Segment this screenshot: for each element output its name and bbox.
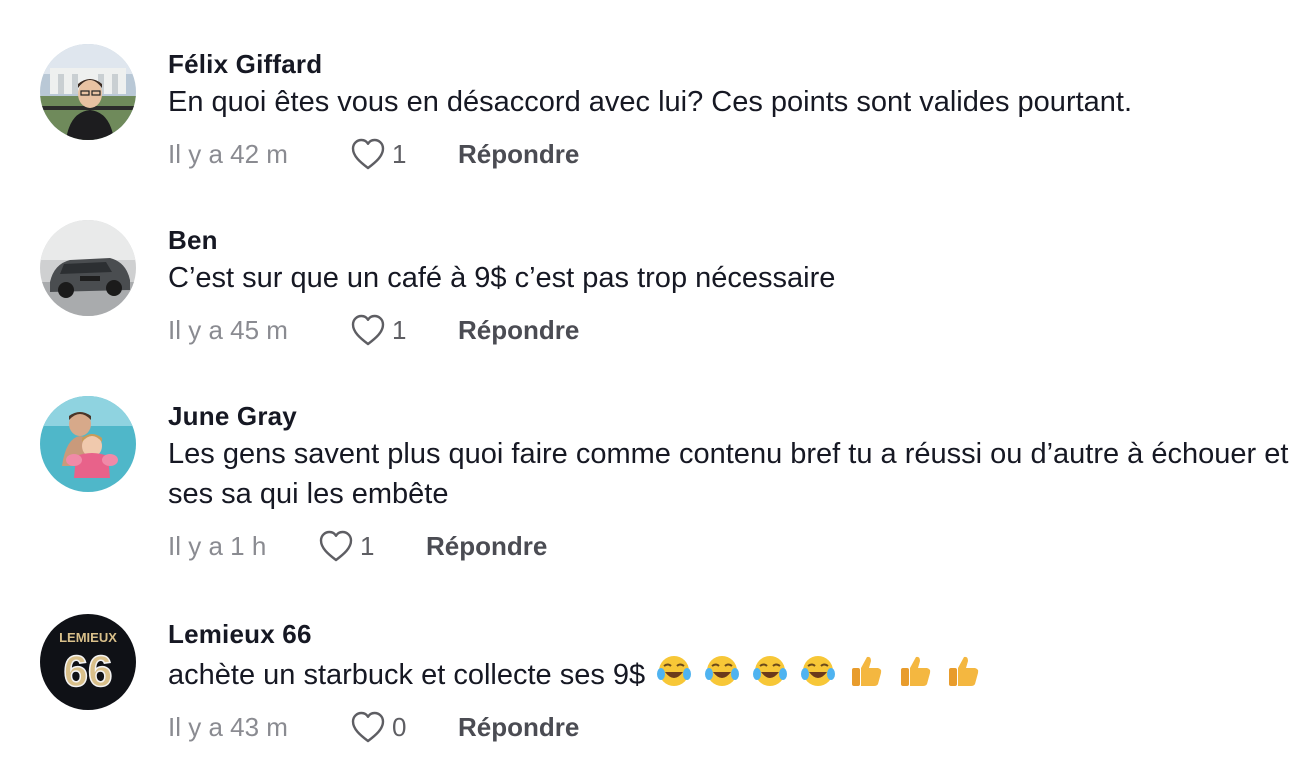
avatar-number: 66 xyxy=(64,647,113,696)
comment-username[interactable]: Lemieux 66 xyxy=(168,618,1294,650)
emoji-row xyxy=(653,656,981,691)
comment-username[interactable]: Félix Giffard xyxy=(168,48,1294,80)
like-count: 1 xyxy=(392,138,407,169)
like-button[interactable]: 0 xyxy=(350,710,416,744)
reply-button[interactable]: Répondre xyxy=(458,315,579,346)
comment-meta: Il y a 1 h 1 Répondre xyxy=(168,528,1294,564)
thumbs-up-emoji-icon xyxy=(948,656,978,686)
comment-timestamp: Il y a 42 m xyxy=(168,138,288,169)
avatar[interactable]: LEMIEUX 66 xyxy=(40,614,136,710)
comment-text: Les gens savent plus quoi faire comme co… xyxy=(168,438,1289,510)
avatar[interactable] xyxy=(40,220,136,316)
heart-icon xyxy=(319,530,353,562)
like-button[interactable]: 1 xyxy=(350,137,416,171)
avatar[interactable] xyxy=(40,44,136,140)
thumbs-up-emoji-icon xyxy=(852,656,882,686)
comment-username[interactable]: Ben xyxy=(168,224,1294,256)
reply-button[interactable]: Répondre xyxy=(458,712,579,743)
heart-icon xyxy=(351,314,385,346)
comment-timestamp: Il y a 1 h xyxy=(168,530,267,561)
comment-timestamp: Il y a 43 m xyxy=(168,711,288,742)
comment-text: En quoi êtes vous en désaccord avec lui?… xyxy=(168,86,1133,118)
like-count: 1 xyxy=(392,314,407,345)
joy-emoji-icon xyxy=(657,656,692,686)
comment-text: achète un starbuck et collecte ses 9$ xyxy=(168,652,1294,695)
comment-username[interactable]: June Gray xyxy=(168,400,1294,432)
joy-emoji-icon xyxy=(705,656,740,686)
thumbs-up-emoji-icon xyxy=(900,656,930,686)
comment-meta: Il y a 45 m 1 Répondre xyxy=(168,312,1294,348)
comment-meta: Il y a 42 m 1 Répondre xyxy=(168,136,1294,172)
reply-button[interactable]: Répondre xyxy=(458,139,579,170)
avatar[interactable] xyxy=(40,396,136,492)
comment-timestamp: Il y a 45 m xyxy=(168,314,288,345)
like-count: 1 xyxy=(360,530,375,561)
like-count: 0 xyxy=(392,711,407,742)
comment-text: C’est sur que un café à 9$ c’est pas tro… xyxy=(168,262,836,294)
comment-text-content: achète un starbuck et collecte ses 9$ xyxy=(168,659,646,691)
joy-emoji-icon xyxy=(801,656,836,686)
joy-emoji-icon xyxy=(753,656,788,686)
previous-comment-clipped xyxy=(168,0,868,4)
heart-icon xyxy=(351,138,385,170)
comment-meta: Il y a 43 m 0 Répondre xyxy=(168,709,1294,745)
avatar-text: LEMIEUX xyxy=(59,630,117,645)
like-button[interactable]: 1 xyxy=(318,529,384,563)
heart-icon xyxy=(351,711,385,743)
like-button[interactable]: 1 xyxy=(350,313,416,347)
reply-button[interactable]: Répondre xyxy=(426,531,547,562)
